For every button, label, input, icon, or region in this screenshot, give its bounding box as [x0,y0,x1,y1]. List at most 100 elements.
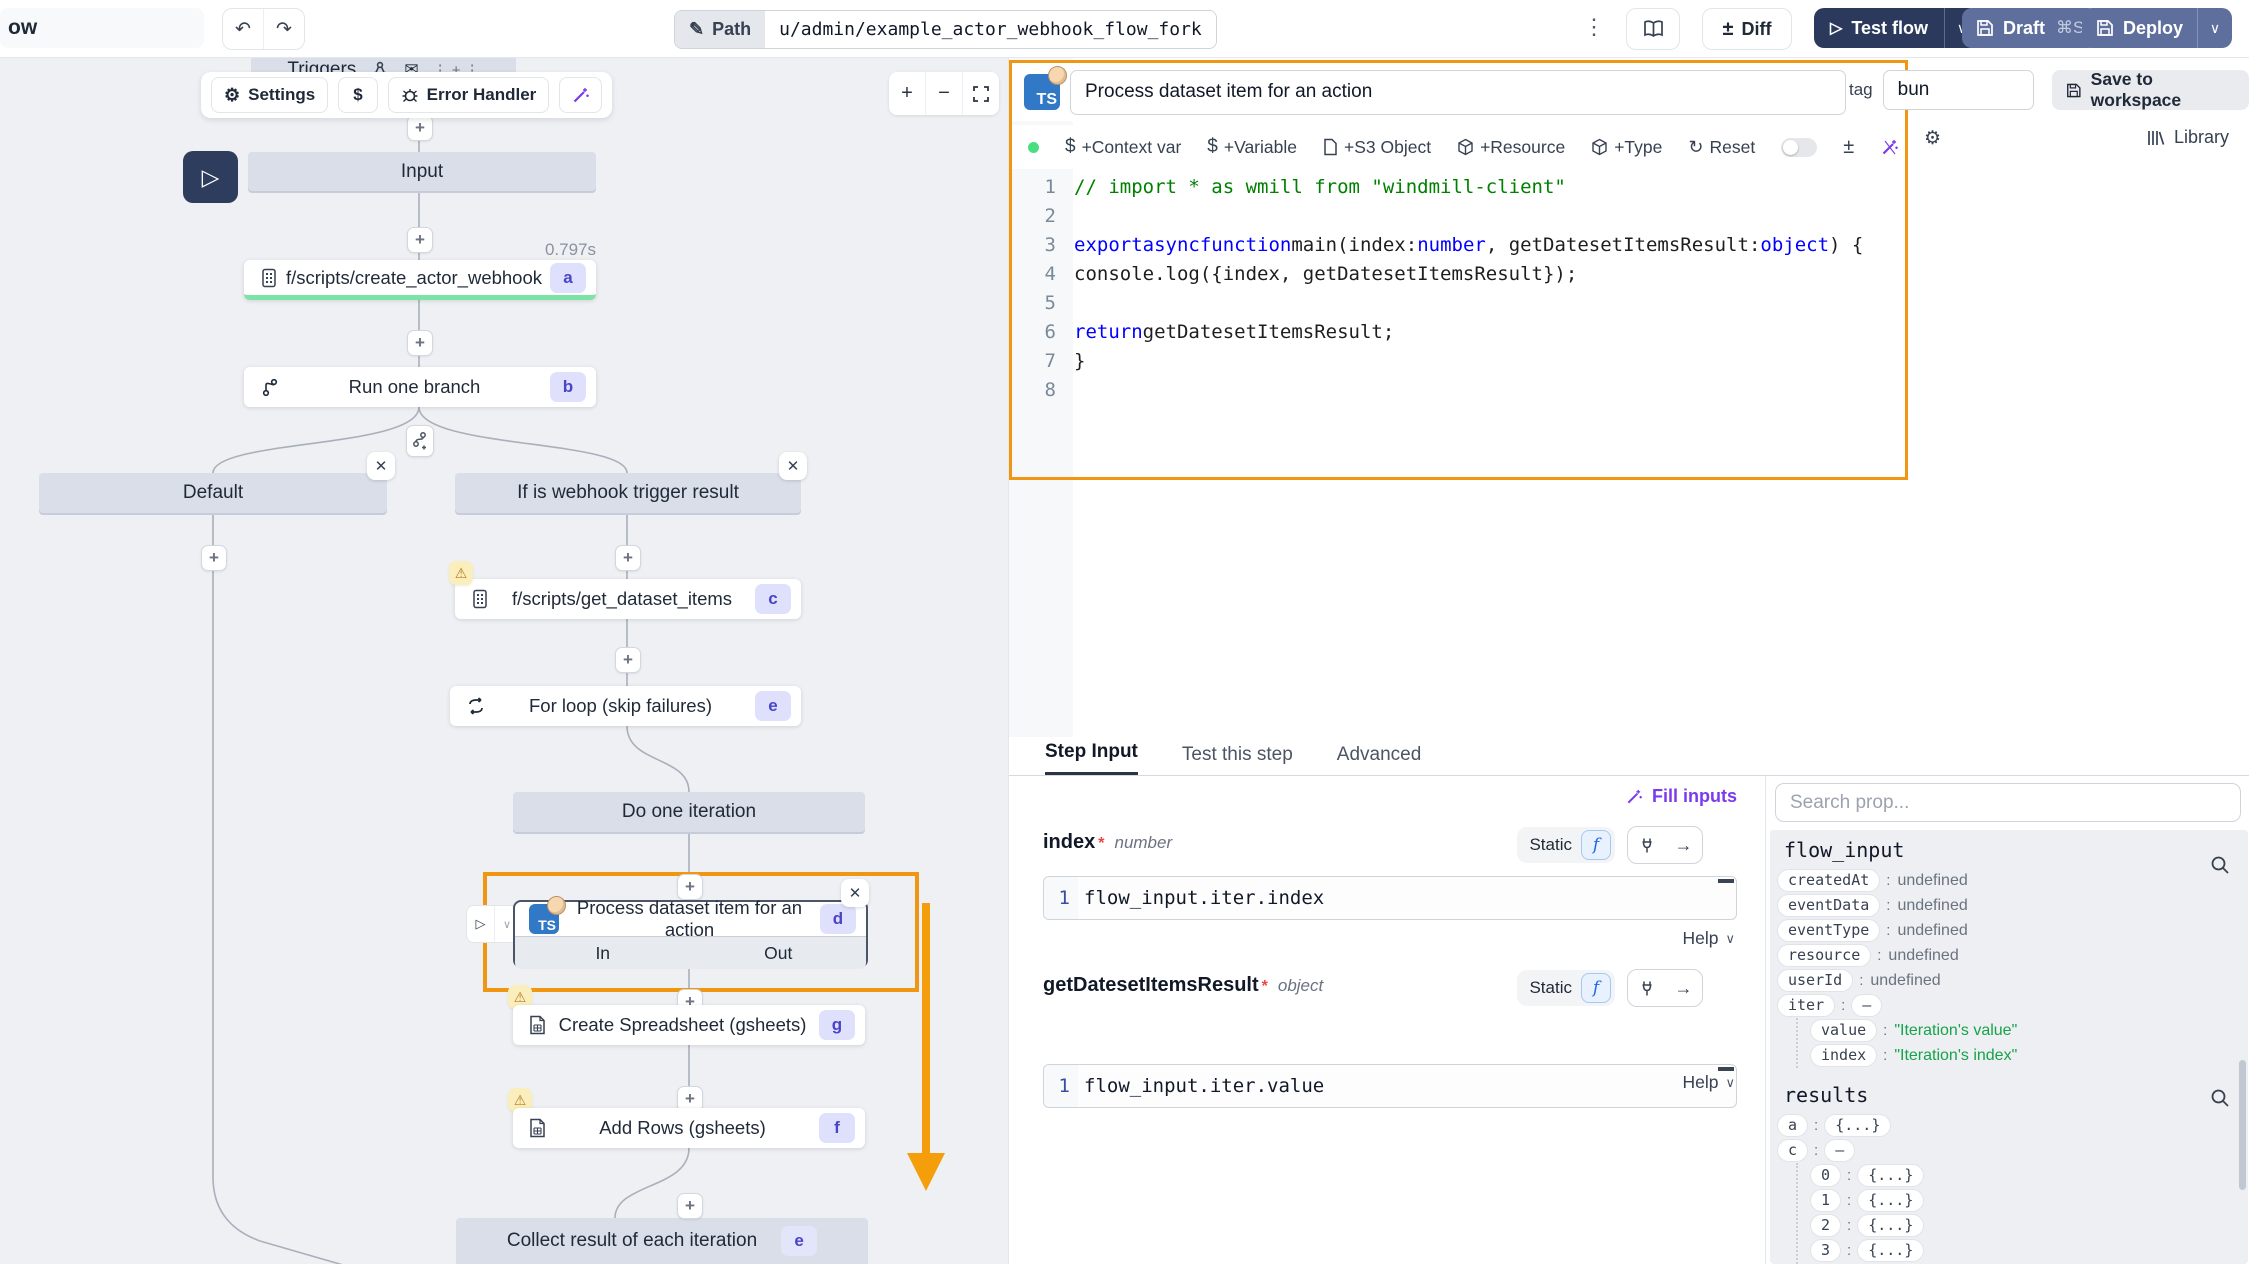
props-scrollbar[interactable] [2239,1060,2246,1190]
deploy-dropdown[interactable]: ∨ [2197,8,2232,48]
help-row[interactable]: Help∨ [1043,1072,1735,1093]
tab-step-input[interactable]: Step Input [1045,741,1138,775]
search-prop-input[interactable]: Search prop... [1775,783,2241,822]
step-title-input[interactable]: Process dataset item for an action [1070,70,1846,115]
vim-toggle[interactable] [1781,138,1817,157]
code-editor[interactable]: 1// import * as wmill from "windmill-cli… [1012,173,1905,405]
run-step-button[interactable]: ▷ [467,906,494,942]
draft-shortcut: ⌘S [2056,18,2084,38]
node-process-dataset-item[interactable]: TS Process dataset item for an action d … [513,900,868,968]
node-add-rows[interactable]: Add Rows (gsheets) f [513,1108,865,1148]
flow-canvas[interactable]: Triggers ✉ ⋮ + ⋮ ⚙Settings $ Error Handl… [0,57,1008,1264]
tab-advanced[interactable]: Advanced [1337,744,1422,775]
file-icon [1323,138,1338,156]
node-do-one-iteration[interactable]: Do one iteration [513,792,865,832]
library-button[interactable]: Library [2147,127,2229,148]
arrow-right-icon[interactable]: → [1665,835,1702,856]
step-in-button[interactable]: In [515,937,691,969]
ai-flow-button[interactable] [559,77,602,113]
add-type-button[interactable]: +Type [1591,137,1662,158]
code-line[interactable]: 6 return getDatesetItemsResult; [1012,318,1905,347]
node-for-loop[interactable]: For loop (skip failures) e [450,686,801,726]
node-input[interactable]: Input [248,152,596,191]
ai-wand-icon[interactable] [1880,138,1899,157]
step-duration: 0.797s [440,240,596,260]
kebab-menu-icon[interactable]: ⋮ [1583,14,1605,40]
undo-redo-group: ↶ ↷ [222,8,305,50]
step-out-button[interactable]: Out [691,937,867,969]
flow-input-tree[interactable]: createdAt:undefined eventData:undefined … [1778,868,2218,1068]
sheet-icon [529,1118,546,1138]
insert-step-button[interactable]: + [407,227,433,253]
close-step-button[interactable]: ✕ [841,879,869,907]
input-mode-segment[interactable]: Static f [1517,827,1615,863]
redo-button[interactable]: ↷ [263,9,304,49]
code-line[interactable]: 2 [1012,202,1905,231]
insert-step-button[interactable]: + [407,330,433,356]
ts-label: TS [538,917,556,933]
reset-button[interactable]: ↻Reset [1688,137,1755,158]
insert-step-button[interactable]: + [677,1193,703,1219]
diff-button[interactable]: ±Diff [1702,8,1792,50]
insert-step-button[interactable]: + [615,647,641,673]
code-line[interactable]: 1// import * as wmill from "windmill-cli… [1012,173,1905,202]
javascript-mode-chip[interactable]: f [1581,973,1611,1003]
error-handler-button[interactable]: Error Handler [388,77,550,113]
zoom-out-button[interactable]: − [925,72,962,115]
test-flow-button[interactable]: ▷Test flow ∨ [1814,8,1979,48]
results-tree[interactable]: a:{...} c:– 0:{...} 1:{...} 2:{...} 3:{.… [1778,1113,2218,1264]
deploy-button[interactable]: Deploy ∨ [2082,8,2232,48]
add-context-var-button[interactable]: $+Context var [1065,136,1181,158]
test-up-to-button[interactable]: ▷ [183,151,238,203]
close-branch-button[interactable]: ✕ [367,452,395,480]
insert-step-button[interactable]: + [201,545,227,571]
node-label: f/scripts/create_actor_webhook [278,267,550,289]
code-line[interactable]: 5 [1012,289,1905,318]
code-line[interactable]: 3export async function main(index: numbe… [1012,231,1905,260]
add-s3-object-button[interactable]: +S3 Object [1323,137,1431,158]
diff-mode-icon[interactable]: ± [1843,136,1854,159]
editor-settings-gear-icon[interactable]: ⚙ [1924,127,1941,150]
plug-icon[interactable] [1628,837,1665,854]
search-prop-placeholder: Search prop... [1790,792,1909,814]
node-run-one-branch[interactable]: Run one branch b [244,367,596,407]
flow-settings-button[interactable]: ⚙Settings [211,77,328,113]
undo-button[interactable]: ↶ [223,9,263,49]
add-variable-button[interactable]: $+Variable [1207,136,1297,158]
node-create-actor-webhook[interactable]: f/scripts/create_actor_webhook a [244,260,596,300]
save-to-workspace-button[interactable]: Save to workspace [2052,70,2249,110]
expr-input-index[interactable]: 1 flow_input.iter.index [1043,876,1737,920]
node-collect-result[interactable]: Collect result of each iteration e [456,1218,868,1264]
insert-step-button[interactable]: + [615,545,641,571]
code-line[interactable]: 7} [1012,347,1905,376]
add-branch-button[interactable] [406,425,434,457]
node-branch-if-webhook[interactable]: If is webhook trigger result [455,473,801,513]
flow-summary-input[interactable]: ow [0,8,204,48]
javascript-mode-chip[interactable]: f [1581,830,1611,860]
fit-view-button[interactable] [962,72,999,115]
search-icon[interactable] [2210,1088,2230,1108]
insert-step-button[interactable]: + [407,115,433,141]
tag-input[interactable]: bun [1883,70,2034,110]
node-get-dataset-items[interactable]: f/scripts/get_dataset_items c [455,579,801,619]
plug-icon[interactable] [1628,980,1665,997]
node-label: Process dataset item for an action [559,897,820,941]
draft-button[interactable]: Draft ⌘S [1962,8,2098,48]
code-line[interactable]: 8 [1012,376,1905,405]
arrow-right-icon[interactable]: → [1665,978,1702,999]
code-line[interactable]: 4 console.log({index, getDatesetItemsRes… [1012,260,1905,289]
node-create-spreadsheet[interactable]: Create Spreadsheet (gsheets) g [513,1005,865,1045]
fill-inputs-button[interactable]: Fill inputs [1625,786,1737,807]
input-mode-segment[interactable]: Static f [1517,970,1615,1006]
zoom-in-button[interactable]: + [889,72,925,115]
canvas-zoom-controls: + − [889,72,999,115]
add-resource-button[interactable]: +Resource [1457,137,1565,158]
node-branch-default[interactable]: Default [39,473,387,513]
close-branch-button[interactable]: ✕ [779,452,807,480]
step-id-badge: c [755,584,791,614]
tab-test-this-step[interactable]: Test this step [1182,744,1293,775]
docs-button[interactable] [1626,8,1680,50]
help-row[interactable]: Help∨ [1043,928,1735,949]
static-inputs-button[interactable]: $ [338,77,377,113]
path-chip[interactable]: ✎Path u/admin/example_actor_webhook_flow… [674,10,1217,49]
